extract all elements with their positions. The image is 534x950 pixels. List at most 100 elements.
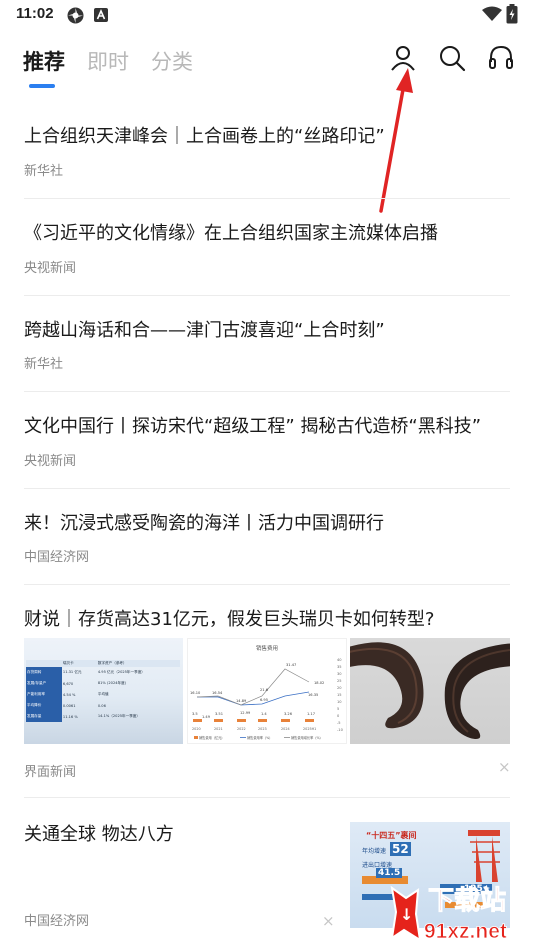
- table-cell: 11.31 亿元: [62, 670, 82, 674]
- bar-label: 1.49: [202, 715, 211, 719]
- news-source: 界面新闻: [24, 765, 77, 780]
- table-cell: 平均降价: [26, 700, 62, 711]
- table-cell: 0.0061: [62, 703, 76, 708]
- table-cell: 发展/存量产: [26, 678, 62, 689]
- x-tick: 2025H1: [303, 727, 316, 731]
- table-cell: 平均值: [97, 692, 109, 696]
- news-title[interactable]: 《习近平的文化情缘》在上合组织国家主流媒体启播: [24, 219, 438, 245]
- axis-tick: -5: [337, 721, 341, 725]
- line-label: 16.10: [190, 691, 201, 695]
- news-title[interactable]: 跨越山海话和合——津门古渡喜迎“上合时刻”: [24, 316, 385, 342]
- poster-label: 年均增速: [362, 848, 387, 855]
- news-source: 新华社: [24, 357, 64, 372]
- chart-bar: [258, 719, 267, 722]
- axis-tick: 5: [337, 707, 339, 711]
- news-title[interactable]: 来！沉浸式感受陶瓷的海洋丨活力中国调研行: [24, 509, 384, 535]
- chart-line-growth: [196, 668, 310, 706]
- news-item[interactable]: 来！沉浸式感受陶瓷的海洋丨活力中国调研行 中国经济网: [24, 489, 510, 585]
- watermark-url: 91xz.net: [424, 920, 508, 944]
- poster-number: 41.5: [376, 868, 403, 878]
- table-cell: 产能利用率: [26, 689, 62, 700]
- table-cell: 发展存量: [26, 711, 62, 722]
- news-source: 央视新闻: [24, 261, 77, 276]
- bar-label: 3.5: [192, 712, 198, 716]
- poster-headline: “十四五”裹间: [366, 831, 417, 840]
- news-source: 中国经济网: [24, 914, 90, 929]
- bar-label: 3.51: [215, 712, 223, 716]
- axis-tick: -10: [337, 728, 344, 732]
- news-title[interactable]: 文化中国行丨探访宋代“超级工程” 揭秘古代造桥“黑科技”: [24, 412, 481, 438]
- news-source: 新华社: [24, 164, 64, 179]
- x-tick: 2022: [237, 727, 246, 731]
- status-time: 11:02: [16, 5, 54, 22]
- table-header: 数字资产（参考）: [97, 661, 127, 665]
- chart-title: 销售费用: [256, 644, 278, 652]
- thumbnail-hair-photo[interactable]: [350, 638, 510, 744]
- thumbnail-table-image[interactable]: 瑞贝卡 数字资产（参考） 存货周转 11.31 亿元 4.95 亿元（2025年一季…: [24, 638, 183, 744]
- news-title[interactable]: 上合组织天津峰会｜上合画卷上的“丝路印记”: [24, 122, 385, 148]
- line-label: 16.54: [212, 691, 223, 695]
- news-item-with-images[interactable]: 财说｜存货高达31亿元，假发巨头瑞贝卡如何转型? 瑞贝卡 数字资产（参考） 存货…: [24, 585, 511, 798]
- news-item[interactable]: 文化中国行丨探访宋代“超级工程” 揭秘古代造桥“黑科技” 央视新闻: [24, 392, 510, 489]
- svg-text:↓: ↓: [400, 905, 413, 924]
- table-cell: 11.16 %: [62, 714, 78, 719]
- notification-a-icon: [94, 8, 108, 22]
- watermark-logo-icon: ↓: [390, 885, 422, 943]
- chart-bar: [281, 719, 290, 722]
- table-cell: 4.95 亿元（2025年一季度）: [97, 670, 145, 674]
- search-icon[interactable]: [438, 44, 466, 72]
- table-cell: 0.06: [97, 703, 106, 708]
- axis-tick: 15: [337, 693, 342, 697]
- x-tick: 2020: [192, 727, 201, 731]
- thumbnail-chart-image[interactable]: 销售费用 40 35 30 25 20 15 10 5 0 -5 -10 3.5…: [187, 638, 347, 744]
- bar-label: 3.26: [284, 712, 293, 716]
- chart-bar: [237, 719, 246, 722]
- news-title[interactable]: 关通全球 物达八方: [24, 820, 174, 846]
- tab-categories[interactable]: 分类: [151, 46, 193, 76]
- table-cell: 存货周转: [26, 667, 62, 678]
- site-watermark: ↓ 下载站 91xz.net: [380, 880, 534, 950]
- axis-tick: 20: [337, 686, 342, 690]
- bar-label: 12.99: [240, 711, 251, 715]
- line-label: 31.47: [286, 663, 296, 667]
- hair-illustration: [350, 642, 510, 739]
- close-icon[interactable]: ×: [498, 758, 511, 776]
- table-cell: 14.1%（2025年一季度）: [97, 714, 140, 718]
- axis-tick: 25: [337, 679, 342, 683]
- table-cell: 4.54 %: [62, 692, 76, 697]
- axis-tick: 0: [337, 714, 340, 718]
- legend-item: 销售费用增长率（%）: [291, 735, 323, 740]
- line-label: 18.02: [314, 681, 324, 685]
- close-icon[interactable]: ×: [322, 912, 335, 930]
- chart-bar: [193, 719, 202, 722]
- bar-label: 1.17: [307, 712, 315, 716]
- battery-icon: [506, 4, 518, 24]
- news-source: 央视新闻: [24, 454, 77, 469]
- poster-number: 52: [390, 842, 411, 856]
- news-item[interactable]: 上合组织天津峰会｜上合画卷上的“丝路印记” 新华社: [24, 100, 510, 199]
- table-cell: 6,670: [62, 681, 74, 686]
- tab-instant[interactable]: 即时: [87, 46, 129, 76]
- bar-label: 1.4: [261, 712, 267, 716]
- axis-tick: 40: [337, 658, 342, 662]
- wifi-icon: [482, 6, 502, 21]
- news-title[interactable]: 财说｜存货高达31亿元，假发巨头瑞贝卡如何转型?: [24, 605, 434, 631]
- news-item[interactable]: 跨越山海话和合——津门古渡喜迎“上合时刻” 新华社: [24, 296, 510, 392]
- news-item[interactable]: 《习近平的文化情缘》在上合组织国家主流媒体启播 央视新闻: [24, 199, 510, 296]
- line-label: 6.95: [260, 698, 268, 702]
- tab-recommend[interactable]: 推荐: [23, 46, 65, 76]
- inventory-table: 瑞贝卡 数字资产（参考） 存货周转 11.31 亿元 4.95 亿元（2025年一季…: [26, 660, 180, 722]
- x-tick: 2024: [281, 727, 290, 731]
- line-label: 14.89: [236, 699, 247, 703]
- sales-expense-chart: 销售费用 40 35 30 25 20 15 10 5 0 -5 -10 3.5…: [190, 644, 344, 740]
- x-tick: 2021: [214, 727, 223, 731]
- headphones-icon[interactable]: [487, 44, 515, 72]
- line-label: 16.35: [308, 693, 318, 697]
- line-label: 21.6: [260, 688, 269, 692]
- table-header: 瑞贝卡: [62, 661, 74, 665]
- legend-item: 销售费用（亿元）: [199, 735, 225, 740]
- status-bar: 11:02: [0, 0, 534, 30]
- axis-tick: 30: [337, 672, 342, 676]
- axis-tick: 35: [337, 665, 342, 669]
- chart-bar: [214, 719, 223, 722]
